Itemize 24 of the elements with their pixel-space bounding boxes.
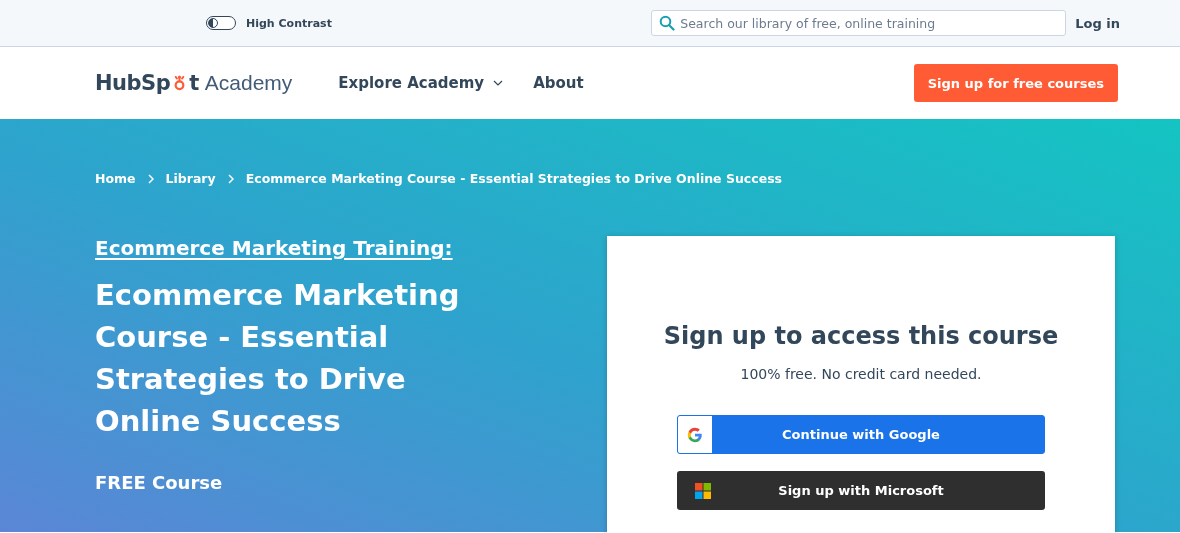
login-link[interactable]: Log in xyxy=(1075,15,1120,31)
course-category-link[interactable]: Ecommerce Marketing Training: xyxy=(95,236,453,260)
signup-button[interactable]: Sign up for free courses xyxy=(913,64,1118,102)
chevron-icon xyxy=(227,173,234,184)
breadcrumb-link[interactable]: Home xyxy=(95,171,136,186)
breadcrumb-link[interactable]: Ecommerce Marketing Course - Essential Strategies to Drive Online Success xyxy=(245,171,783,186)
course-price: FREE Course xyxy=(95,472,224,493)
chevron-icon xyxy=(147,173,154,184)
google-signin-button[interactable]: Continue with Google xyxy=(677,415,1045,454)
high-contrast-toggle[interactable] xyxy=(206,16,236,30)
caret-icon xyxy=(493,80,504,86)
microsoft-icon xyxy=(695,482,711,499)
course-title: Ecommerce Marketing Course - Essential Strategies to Drive Online Success xyxy=(95,277,461,440)
google-icon xyxy=(686,425,704,444)
search-icon xyxy=(659,15,676,31)
nav-link[interactable]: About xyxy=(533,74,584,92)
high-contrast-label: High Contrast xyxy=(246,16,332,30)
card-subtitle: 100% free. No credit card needed. xyxy=(740,366,982,382)
card-title: Sign up to access this course xyxy=(663,322,1059,350)
explore-menu-item[interactable]: Explore Academy xyxy=(338,74,504,92)
microsoft-signin-button[interactable]: Sign up with Microsoft xyxy=(677,471,1045,510)
breadcrumb-link[interactable]: Library xyxy=(165,171,216,186)
hubspot-academy-logo[interactable]: HubSp t Academy xyxy=(95,71,293,95)
search-field[interactable]: Search our library of free, online training xyxy=(651,10,1067,36)
